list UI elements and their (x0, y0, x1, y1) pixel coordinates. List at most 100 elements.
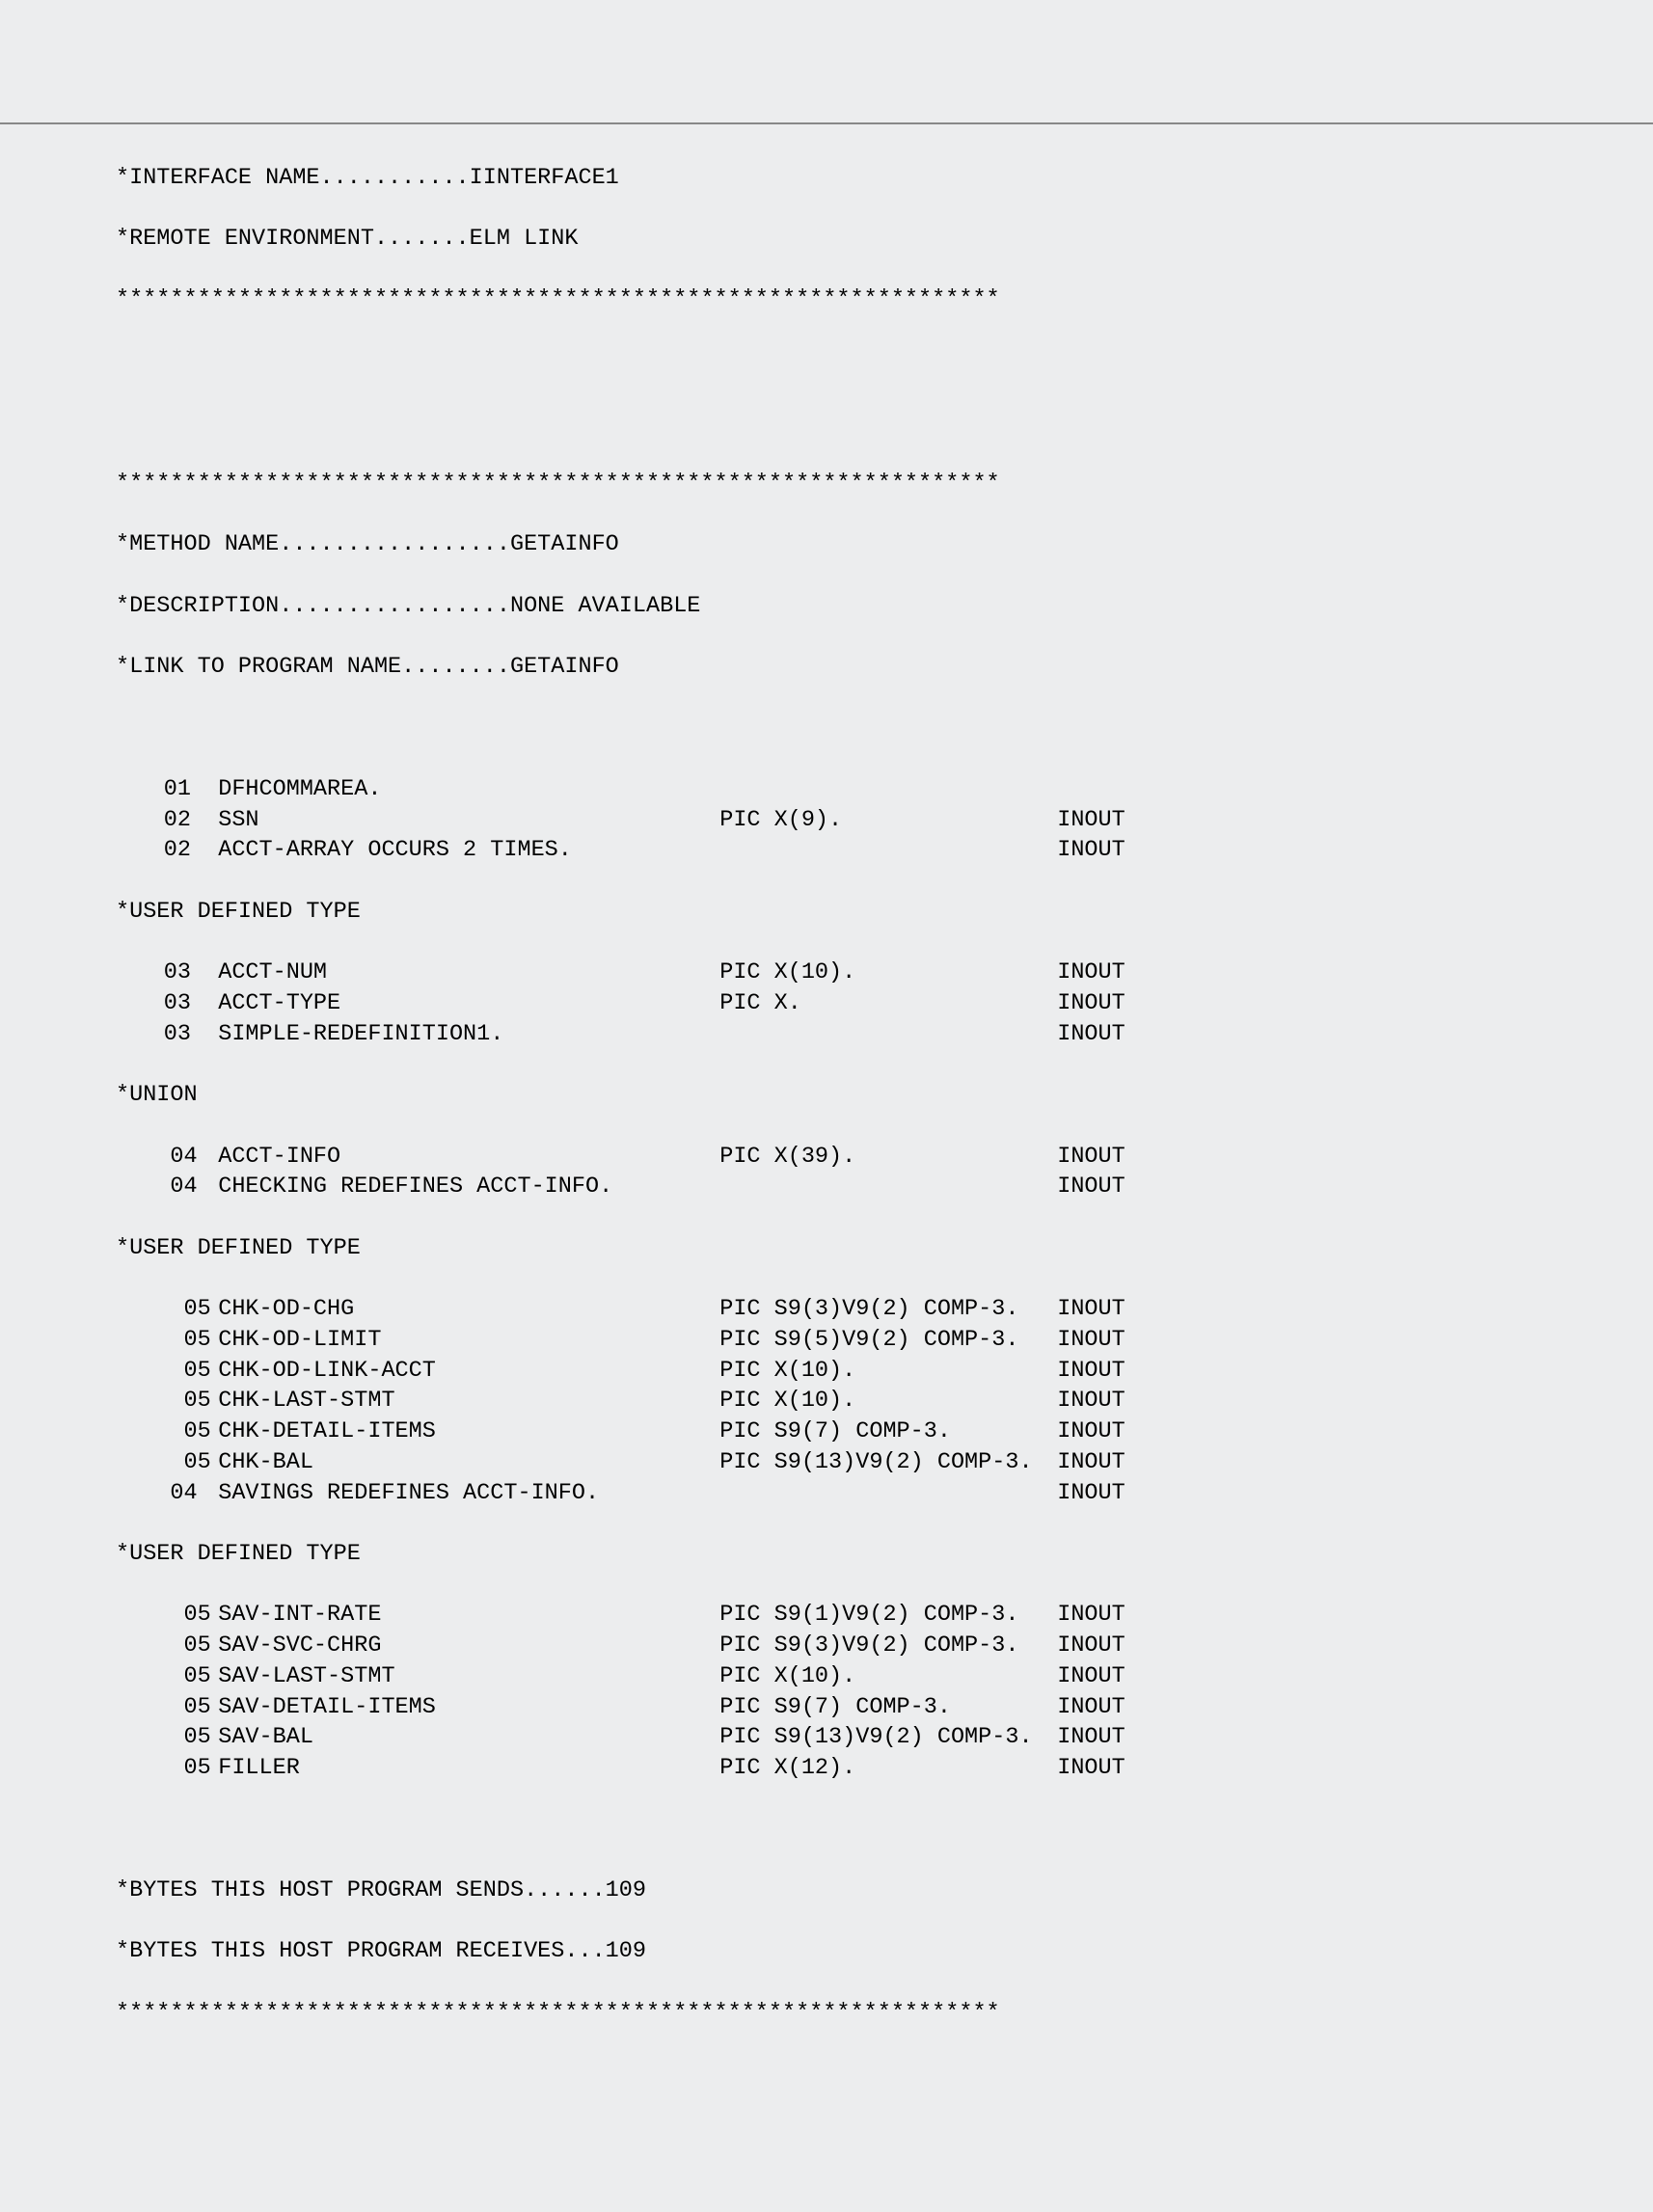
picture-clause: PIC S9(7) COMP-3. (719, 1416, 1057, 1447)
struct-row: 05 CHK-LAST-STMTPIC X(10).INOUT (116, 1386, 1653, 1416)
field-name: SAV-DETAIL-ITEMS (218, 1692, 719, 1723)
level-number: 04 (116, 1142, 191, 1173)
struct-row: 05 FILLERPIC X(12).INOUT (116, 1753, 1653, 1784)
level-number: 05 (116, 1447, 191, 1478)
direction: INOUT (1057, 1386, 1125, 1416)
picture-clause: PIC S9(3)V9(2) COMP-3. (719, 1294, 1057, 1325)
field-name: CHECKING REDEFINES ACCT-INFO. (218, 1172, 719, 1202)
direction: INOUT (1057, 1661, 1125, 1692)
level-number: 05 (116, 1661, 191, 1692)
description-line: *DESCRIPTION.................NONE AVAILA… (116, 591, 1653, 622)
level-number: 02 (116, 805, 191, 836)
user-defined-type-line: *USER DEFINED TYPE (116, 1539, 1653, 1570)
level-number: 05 (116, 1325, 191, 1356)
direction: INOUT (1057, 1753, 1125, 1784)
direction: INOUT (1057, 1416, 1125, 1447)
level-number: 05 (116, 1294, 191, 1325)
field-name: ACCT-ARRAY OCCURS 2 TIMES. (218, 835, 719, 866)
field-name: SIMPLE-REDEFINITION1. (218, 1019, 719, 1050)
user-defined-type-line: *USER DEFINED TYPE (116, 897, 1653, 928)
direction: INOUT (1057, 1447, 1125, 1478)
picture-clause: PIC S9(13)V9(2) COMP-3. (719, 1722, 1057, 1753)
bytes-sends-line: *BYTES THIS HOST PROGRAM SENDS......109 (116, 1875, 1653, 1906)
blank-line (116, 1814, 1653, 1845)
level-number: 05 (116, 1722, 191, 1753)
struct-row: 04 CHECKING REDEFINES ACCT-INFO. INOUT (116, 1172, 1653, 1202)
struct-row: 04 SAVINGS REDEFINES ACCT-INFO.INOUT (116, 1478, 1653, 1509)
struct-row: 02 SSNPIC X(9).INOUT (116, 805, 1653, 836)
blank-line (116, 346, 1653, 377)
struct-row: 05 CHK-BALPIC S9(13)V9(2) COMP-3.INOUT (116, 1447, 1653, 1478)
struct-block: 05 CHK-OD-CHGPIC S9(3)V9(2) COMP-3.INOUT… (116, 1294, 1653, 1508)
picture-clause: PIC X(9). (719, 805, 1057, 836)
level-number: 03 (116, 988, 191, 1019)
struct-row: 05 SAV-SVC-CHRGPIC S9(3)V9(2) COMP-3.INO… (116, 1631, 1653, 1661)
direction: INOUT (1057, 1325, 1125, 1356)
direction: INOUT (1057, 835, 1125, 866)
level-number: 05 (116, 1416, 191, 1447)
field-name: SAV-SVC-CHRG (218, 1631, 719, 1661)
field-name: ACCT-INFO (218, 1142, 719, 1173)
field-name: ACCT-TYPE (218, 988, 719, 1019)
direction: INOUT (1057, 1631, 1125, 1661)
picture-clause: PIC X(10). (719, 1661, 1057, 1692)
level-number: 01 (116, 774, 191, 805)
user-defined-type-line: *USER DEFINED TYPE (116, 1233, 1653, 1264)
struct-block: 05 SAV-INT-RATEPIC S9(1)V9(2) COMP-3.INO… (116, 1600, 1653, 1783)
level-number: 05 (116, 1356, 191, 1387)
struct-row: 05 CHK-OD-LIMITPIC S9(5)V9(2) COMP-3.INO… (116, 1325, 1653, 1356)
level-number: 03 (116, 958, 191, 988)
direction: INOUT (1057, 1142, 1125, 1173)
direction: INOUT (1057, 1019, 1125, 1050)
picture-clause: PIC S9(13)V9(2) COMP-3. (719, 1447, 1057, 1478)
struct-row: 04 ACCT-INFOPIC X(39).INOUT (116, 1142, 1653, 1173)
level-number: 05 (116, 1631, 191, 1661)
field-name: FILLER (218, 1753, 719, 1784)
picture-clause: PIC S9(5)V9(2) COMP-3. (719, 1325, 1057, 1356)
picture-clause: PIC X(12). (719, 1753, 1057, 1784)
method-name-line: *METHOD NAME.................GETAINFO (116, 529, 1653, 560)
stars-line: ****************************************… (116, 1998, 1653, 2029)
level-number: 05 (116, 1753, 191, 1784)
field-name: ACCT-NUM (218, 958, 719, 988)
struct-block: 01 DFHCOMMAREA. 02 SSNPIC X(9).INOUT 02 … (116, 774, 1653, 866)
direction: INOUT (1057, 988, 1125, 1019)
struct-row: 01 DFHCOMMAREA. (116, 774, 1653, 805)
field-name: SSN (218, 805, 719, 836)
union-line: *UNION (116, 1080, 1653, 1111)
picture-clause: PIC X(39). (719, 1142, 1057, 1173)
field-name: SAV-LAST-STMT (218, 1661, 719, 1692)
struct-row: 03 ACCT-NUMPIC X(10).INOUT (116, 958, 1653, 988)
struct-block: 03 ACCT-NUMPIC X(10).INOUT 03 ACCT-TYPEP… (116, 958, 1653, 1049)
link-line: *LINK TO PROGRAM NAME........GETAINFO (116, 652, 1653, 683)
field-name: SAVINGS REDEFINES ACCT-INFO. (218, 1478, 719, 1509)
field-name: CHK-OD-LIMIT (218, 1325, 719, 1356)
level-number: 02 (116, 835, 191, 866)
picture-clause: PIC S9(7) COMP-3. (719, 1692, 1057, 1723)
field-name: SAV-INT-RATE (218, 1600, 719, 1631)
level-number: 04 (116, 1172, 191, 1202)
picture-clause: PIC X(10). (719, 958, 1057, 988)
field-name: CHK-LAST-STMT (218, 1386, 719, 1416)
struct-row: 05 CHK-OD-CHGPIC S9(3)V9(2) COMP-3.INOUT (116, 1294, 1653, 1325)
bytes-receives-line: *BYTES THIS HOST PROGRAM RECEIVES...109 (116, 1936, 1653, 1967)
remote-env-line: *REMOTE ENVIRONMENT.......ELM LINK (116, 224, 1653, 255)
field-name: CHK-OD-LINK-ACCT (218, 1356, 719, 1387)
struct-row: 05 SAV-DETAIL-ITEMSPIC S9(7) COMP-3.INOU… (116, 1692, 1653, 1723)
direction: INOUT (1057, 805, 1125, 836)
struct-row: 05 CHK-DETAIL-ITEMSPIC S9(7) COMP-3.INOU… (116, 1416, 1653, 1447)
cobol-listing: *INTERFACE NAME...........IINTERFACE1 *R… (0, 122, 1653, 2059)
struct-row: 05 SAV-LAST-STMTPIC X(10).INOUT (116, 1661, 1653, 1692)
struct-row: 03 ACCT-TYPEPIC X.INOUT (116, 988, 1653, 1019)
picture-clause: PIC X. (719, 988, 1057, 1019)
direction: INOUT (1057, 1722, 1125, 1753)
direction: INOUT (1057, 958, 1125, 988)
stars-line: ****************************************… (116, 284, 1653, 315)
field-name: CHK-BAL (218, 1447, 719, 1478)
picture-clause: PIC S9(3)V9(2) COMP-3. (719, 1631, 1057, 1661)
direction: INOUT (1057, 1172, 1125, 1202)
direction: INOUT (1057, 1692, 1125, 1723)
picture-clause: PIC X(10). (719, 1386, 1057, 1416)
direction: INOUT (1057, 1478, 1125, 1509)
stars-line: ****************************************… (116, 469, 1653, 499)
